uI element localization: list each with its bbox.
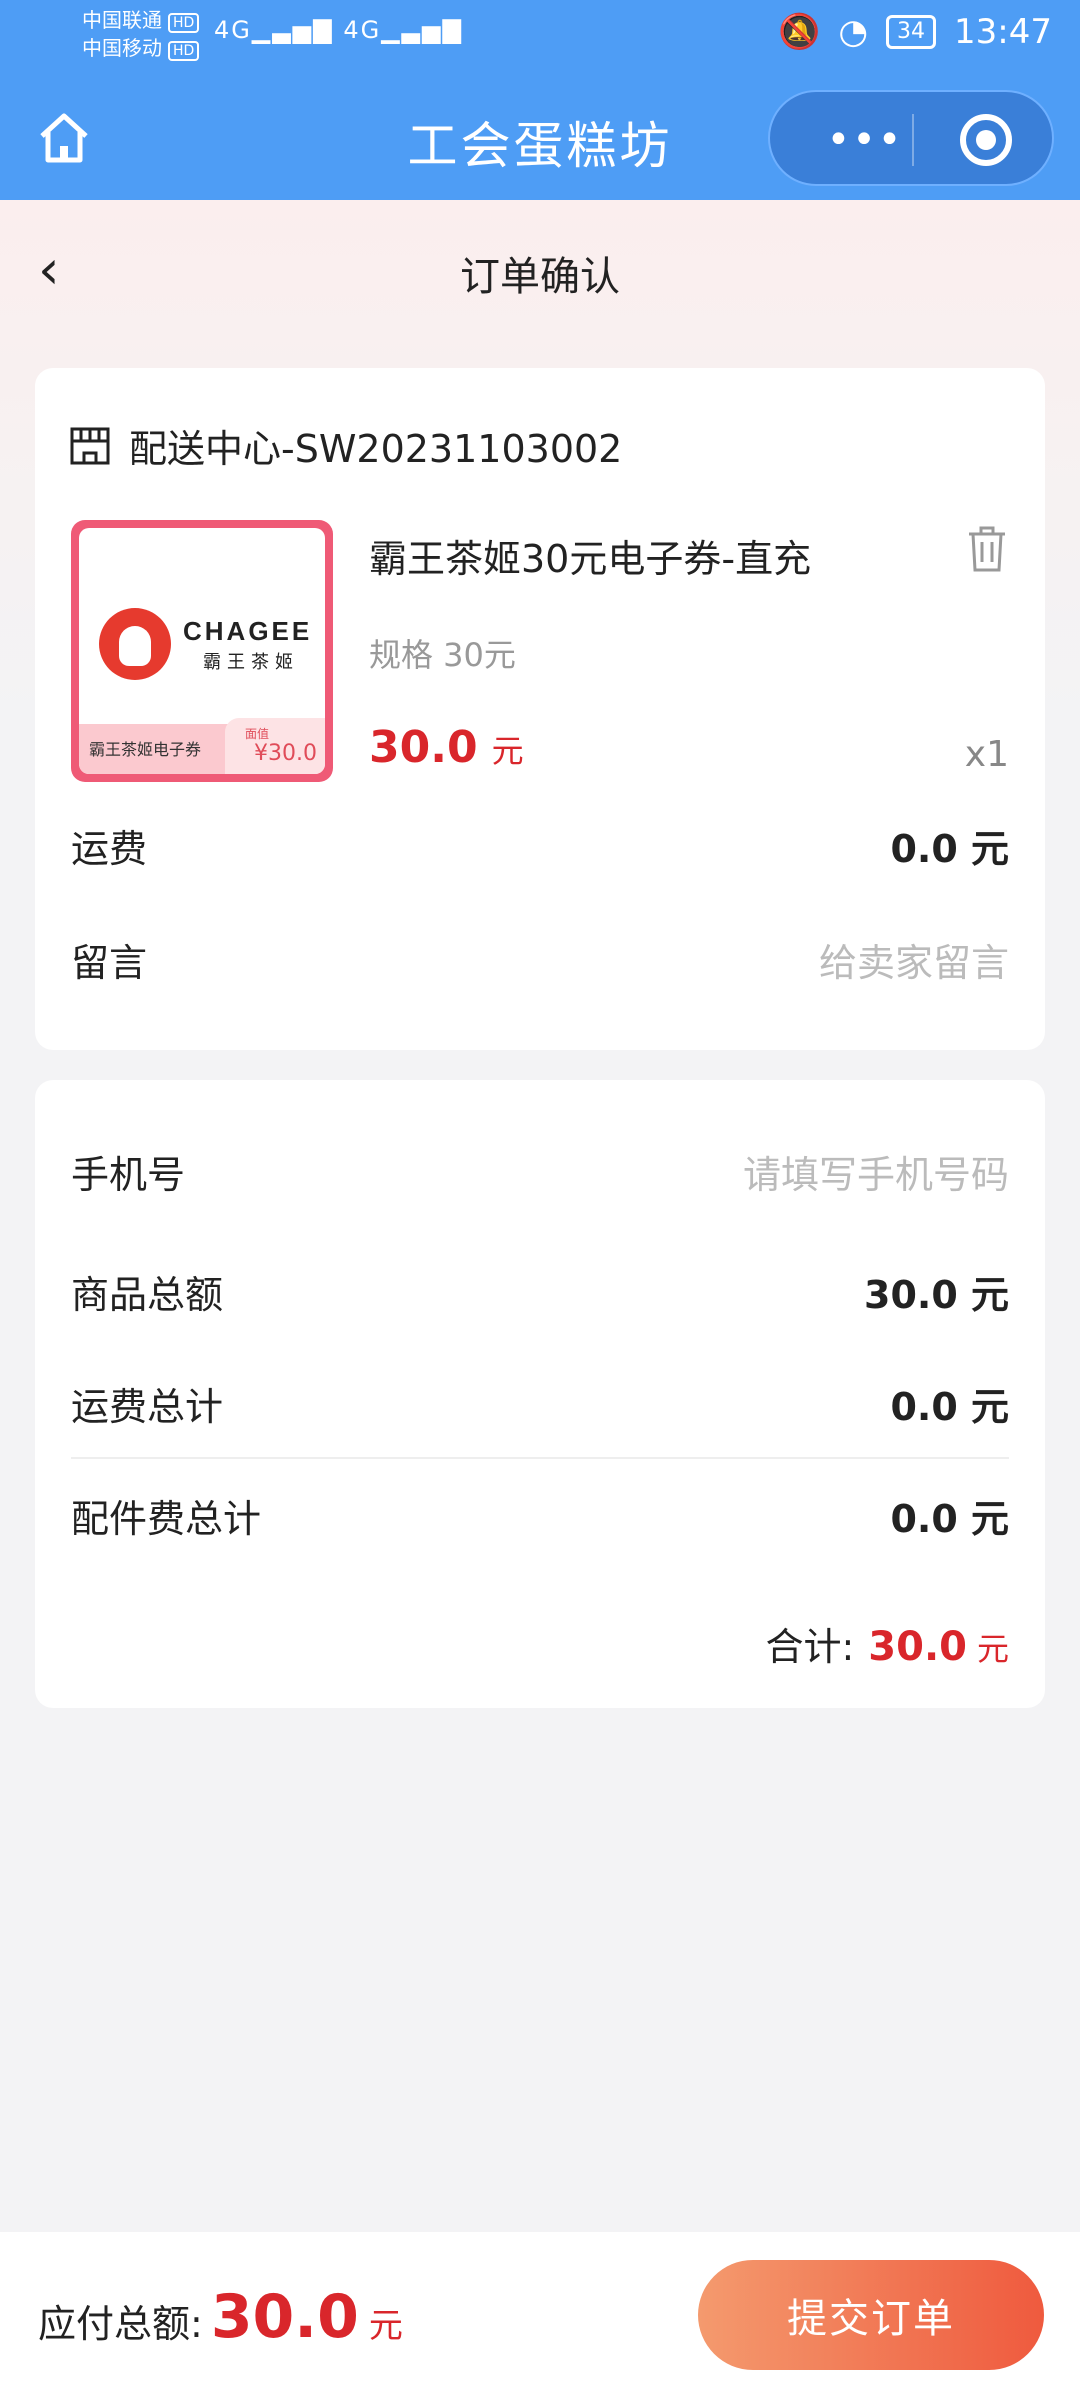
thumbnail-card: CHAGEE 霸王茶姬 霸王茶姬电子券 面值 ¥30.0 [79, 528, 325, 774]
store-icon [70, 427, 110, 464]
pay-value: 30.0 [210, 2282, 359, 2352]
divider [71, 1457, 1009, 1459]
more-button[interactable]: ••• [810, 92, 920, 188]
total-value: 30.0 [868, 1624, 967, 1670]
battery-icon: 34 [886, 15, 937, 49]
store-header: 配送中心-SW20231103002 [69, 418, 622, 473]
grand-total: 合计: 30.0 元 [765, 1616, 1009, 1671]
thumb-brand-cn: 霸王茶姬 [203, 652, 299, 673]
miniprogram-capsule: ••• [768, 90, 1054, 186]
total-label: 合计: [765, 1625, 855, 1669]
pay-label: 应付总额: [38, 2302, 203, 2346]
trash-icon[interactable] [965, 524, 1009, 574]
product-name: 霸王茶姬30元电子券-直充 [369, 537, 812, 581]
network-type: 4G [214, 16, 252, 44]
product-thumbnail[interactable]: CHAGEE 霸王茶姬 霸王茶姬电子券 面值 ¥30.0 [71, 520, 333, 782]
shipping-total-label: 运费总计 [71, 1385, 224, 1429]
shipping-row: 运费 0.0 元 [71, 818, 1009, 873]
phone-row[interactable]: 手机号 请填写手机号码 [71, 1144, 1009, 1199]
hd-badge: HD [168, 41, 200, 61]
shipping-label: 运费 [71, 827, 148, 871]
speed-icon: ◔ [838, 12, 869, 52]
hd-badge: HD [168, 13, 200, 33]
shipping-value: 0.0 元 [890, 827, 1009, 871]
chagee-logo-icon [99, 608, 171, 680]
message-row[interactable]: 留言 给卖家留言 [71, 932, 1009, 987]
parts-total-value: 0.0 元 [890, 1497, 1009, 1541]
page-title: 订单确认 [460, 254, 620, 300]
signal-icon: 4G▁▃▅▇ 4G▁▃▅▇ [214, 16, 464, 44]
status-right: 🔕 ◔ 34 13:47 [778, 12, 1052, 52]
price-value: 30.0 [369, 722, 478, 773]
parts-total-label: 配件费总计 [71, 1497, 262, 1541]
price-unit: 元 [491, 732, 524, 770]
thumb-price: ¥30.0 [254, 741, 317, 766]
total-unit: 元 [976, 1630, 1009, 1668]
clock: 13:47 [954, 12, 1052, 52]
capsule-divider [912, 114, 914, 166]
mute-icon: 🔕 [778, 12, 821, 52]
parts-total-row: 配件费总计 0.0 元 [71, 1488, 1009, 1543]
message-label: 留言 [71, 941, 148, 985]
carrier-info: 中国联通 HD 中国移动 HD [82, 6, 200, 62]
status-bar: 中国联通 HD 中国移动 HD 4G▁▃▅▇ 4G▁▃▅▇ 🔕 ◔ 34 13:47 [0, 0, 1080, 72]
summary-card: 手机号 请填写手机号码 商品总额 30.0 元 运费总计 0.0 元 配件费总计… [35, 1080, 1045, 1708]
thumb-price-label: 面值 [244, 727, 269, 741]
carrier1-label: 中国联通 [82, 8, 162, 32]
carrier2-label: 中国移动 [82, 36, 162, 60]
thumb-brand: CHAGEE [183, 616, 313, 646]
product-price: 30.0 元 [369, 722, 524, 773]
order-card: 配送中心-SW20231103002 CHAGEE 霸王茶姬 霸王茶姬电子券 面… [35, 368, 1045, 1050]
nav-bar: 工会蛋糕坊 ••• [0, 72, 1080, 200]
network-type: 4G [343, 16, 382, 44]
product-spec: 规格 30元 [369, 636, 516, 674]
submit-order-button[interactable]: 提交订单 [698, 2260, 1044, 2370]
phone-label: 手机号 [71, 1153, 186, 1197]
phone-input[interactable]: 请填写手机号码 [743, 1144, 1009, 1199]
message-input[interactable]: 给卖家留言 [819, 932, 1009, 987]
goods-total-label: 商品总额 [71, 1273, 224, 1317]
store-name: 配送中心-SW20231103002 [129, 427, 623, 471]
pay-unit: 元 [368, 2306, 403, 2346]
app-header: 中国联通 HD 中国移动 HD 4G▁▃▅▇ 4G▁▃▅▇ 🔕 ◔ 34 13:47… [0, 0, 1080, 200]
payable-total: 应付总额: 30.0 元 [38, 2282, 403, 2352]
thumb-caption: 霸王茶姬电子券 [89, 740, 202, 759]
product-quantity: x1 [964, 734, 1009, 775]
shipping-total-row: 运费总计 0.0 元 [71, 1376, 1009, 1431]
shipping-total-value: 0.0 元 [890, 1385, 1009, 1429]
close-miniprogram-icon[interactable] [960, 114, 1012, 166]
goods-total-value: 30.0 元 [864, 1273, 1009, 1317]
goods-total-row: 商品总额 30.0 元 [71, 1264, 1009, 1319]
checkout-bar: 应付总额: 30.0 元 提交订单 [0, 2232, 1080, 2400]
